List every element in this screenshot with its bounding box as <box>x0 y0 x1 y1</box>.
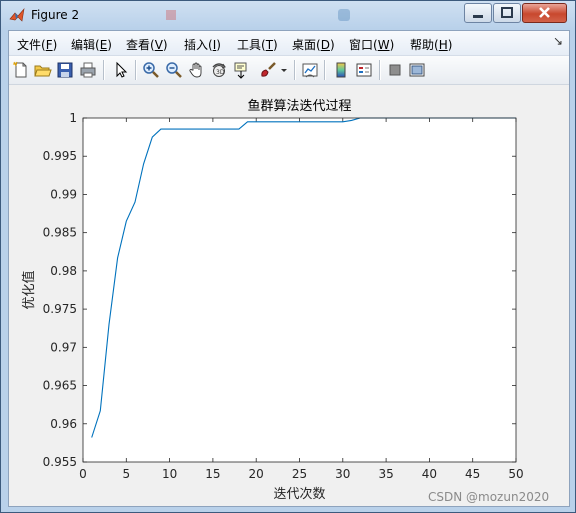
toolbar-separator <box>379 60 381 80</box>
menu-edit[interactable]: 编辑(E) <box>71 36 112 53</box>
menu-accel-key: F <box>45 38 53 52</box>
blurred-icon <box>166 10 176 20</box>
y-tick-label: 0.965 <box>43 379 77 393</box>
menu-label: 查看( <box>126 38 155 52</box>
x-tick-label: 35 <box>378 467 393 481</box>
menu-label-end: ) <box>389 38 395 52</box>
brush-dropdown-icon[interactable] <box>279 61 289 79</box>
window-controls <box>463 3 567 23</box>
y-tick-label: 0.96 <box>50 417 77 431</box>
x-tick-label: 10 <box>162 467 177 481</box>
open-file-icon[interactable] <box>34 61 52 79</box>
blurred-icon <box>338 9 350 21</box>
figure-canvas[interactable]: 0 5 10 15 20 25 30 35 40 45 50 0.955 0.96 0.965 0.97 0.… <box>9 85 569 506</box>
x-tick-label: 15 <box>205 467 220 481</box>
watermark-text: CSDN @mozun2020 <box>428 490 550 504</box>
menu-label: 桌面( <box>292 38 321 52</box>
menu-view[interactable]: 查看(V) <box>126 36 168 53</box>
menu-insert[interactable]: 插入(I) <box>184 36 221 53</box>
y-tick-label: 0.975 <box>43 302 77 316</box>
y-tick-label: 0.955 <box>43 455 77 469</box>
print-icon[interactable] <box>79 61 97 79</box>
menu-label-end: ) <box>273 38 278 52</box>
client-area: 文件(F) 编辑(E) 查看(V) 插入(I) 工具(T) 桌面(D) 窗口(W… <box>8 30 570 507</box>
y-tick-label: 0.985 <box>43 226 77 240</box>
menu-label: 工具( <box>237 38 266 52</box>
x-tick-label: 45 <box>465 467 480 481</box>
link-plot-icon[interactable] <box>301 61 319 79</box>
menu-accel-key: T <box>265 38 274 52</box>
show-plot-tools-icon[interactable] <box>408 61 426 79</box>
y-axis-label: 优化值 <box>21 270 37 309</box>
x-tick-label: 25 <box>292 467 307 481</box>
menu-label: 插入( <box>184 38 213 52</box>
dock-arrow-icon[interactable]: ↘ <box>553 34 563 48</box>
close-icon <box>539 7 550 18</box>
maximize-button[interactable] <box>493 3 521 23</box>
menu-help[interactable]: 帮助(H) <box>410 36 452 53</box>
figure-window: Figure 2 文件(F) 编辑(E) 查看(V) 插入(I) 工具(T) 桌… <box>0 0 576 513</box>
menu-desktop[interactable]: 桌面(D) <box>292 36 335 53</box>
x-tick-label: 40 <box>422 467 437 481</box>
data-cursor-icon[interactable] <box>233 61 251 79</box>
close-button[interactable] <box>522 3 567 23</box>
minimize-icon <box>473 15 483 18</box>
menu-accel-key: V <box>154 38 163 52</box>
toolbar-separator <box>103 60 105 80</box>
minimize-button[interactable] <box>464 3 492 23</box>
menu-label-end: ) <box>162 38 168 52</box>
menu-label: 文件( <box>17 38 46 52</box>
y-tick-label: 0.99 <box>50 187 77 201</box>
figure-toolbar: 3D <box>9 56 569 85</box>
colorbar-icon[interactable] <box>332 61 350 79</box>
rotate-3d-icon[interactable]: 3D <box>210 61 228 79</box>
x-tick-label: 50 <box>508 467 523 481</box>
menu-label: 窗口( <box>349 38 378 52</box>
y-tick-label: 0.995 <box>43 149 77 163</box>
svg-text:3D: 3D <box>216 69 225 76</box>
chart-title: 鱼群算法迭代过程 <box>247 98 351 114</box>
menu-label: 帮助( <box>410 38 439 52</box>
x-tick-label: 5 <box>122 467 130 481</box>
pan-hand-icon[interactable] <box>188 61 206 79</box>
title-bar[interactable]: Figure 2 <box>1 1 575 30</box>
toolbar-separator <box>324 60 326 80</box>
window-title: Figure 2 <box>31 8 80 22</box>
x-axis-label: 迭代次数 <box>273 486 325 502</box>
legend-icon[interactable] <box>355 61 373 79</box>
menu-window[interactable]: 窗口(W) <box>349 36 394 53</box>
toolbar-separator <box>294 60 296 80</box>
x-tick-label: 30 <box>335 467 350 481</box>
y-tick-label: 0.97 <box>50 340 77 354</box>
x-tick-label: 0 <box>79 467 87 481</box>
new-figure-icon[interactable] <box>12 61 30 79</box>
matlab-logo-icon <box>9 7 25 23</box>
y-tick-label: 1 <box>69 111 77 125</box>
menu-label-end: ) <box>52 38 58 52</box>
menu-bar: 文件(F) 编辑(E) 查看(V) 插入(I) 工具(T) 桌面(D) 窗口(W… <box>9 31 569 56</box>
plot-background[interactable] <box>83 118 516 462</box>
menu-file[interactable]: 文件(F) <box>17 36 57 53</box>
select-arrow-icon[interactable] <box>112 61 130 79</box>
zoom-in-icon[interactable] <box>142 61 160 79</box>
menu-tools[interactable]: 工具(T) <box>237 36 278 53</box>
menu-label: 编辑( <box>71 38 100 52</box>
toolbar-separator <box>135 60 137 80</box>
hide-plot-tools-icon[interactable] <box>386 61 404 79</box>
save-icon[interactable] <box>56 61 74 79</box>
menu-accel-key: D <box>320 38 330 52</box>
brush-icon[interactable] <box>259 61 277 79</box>
maximize-icon <box>501 7 513 18</box>
menu-label-end: ) <box>107 38 112 52</box>
x-tick-label: 20 <box>249 467 264 481</box>
menu-label-end: ) <box>329 38 335 52</box>
zoom-out-icon[interactable] <box>165 61 183 79</box>
menu-label-end: ) <box>216 38 221 52</box>
menu-accel-key: W <box>377 38 390 52</box>
menu-accel-key: H <box>438 38 448 52</box>
y-tick-label: 0.98 <box>50 264 77 278</box>
plot-axes-svg[interactable]: 0 5 10 15 20 25 30 35 40 45 50 0.955 0.96 0.965 0.97 0.… <box>9 85 569 506</box>
menu-label-end: ) <box>447 38 453 52</box>
